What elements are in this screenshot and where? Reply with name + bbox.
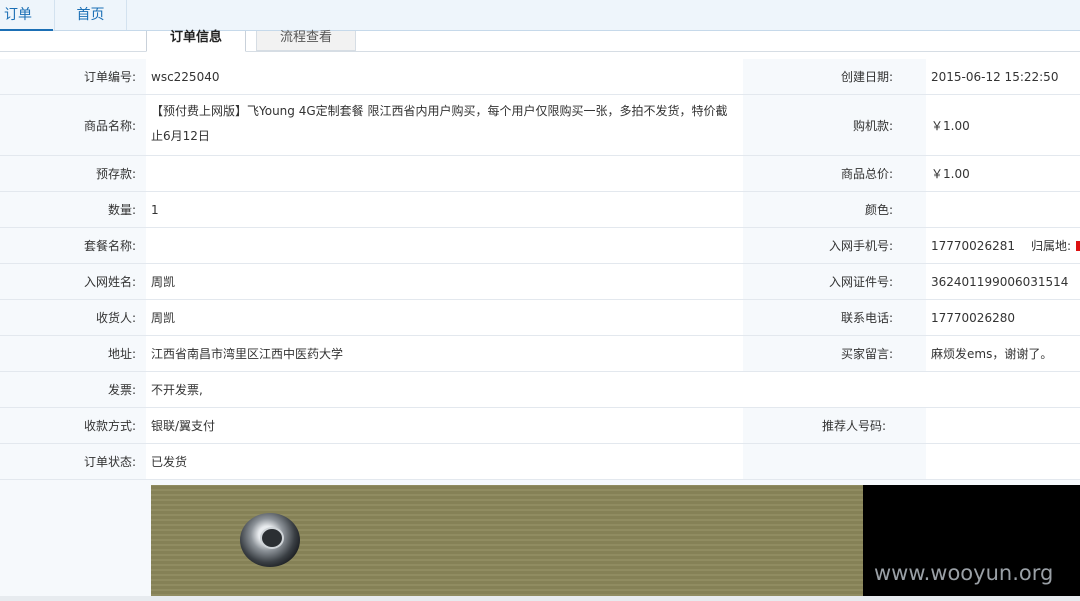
quantity-label: 数量: (0, 192, 146, 227)
product-name-value: 【预付费上网版】飞Young 4G定制套餐 限江西省内用户购买，每个用户仅限购买… (146, 95, 743, 155)
table-row: 发票: 不开发票, (0, 372, 1080, 408)
package-name-label: 套餐名称: (0, 228, 146, 263)
order-status-label: 订单状态: (0, 444, 146, 479)
tab-order-info[interactable]: 订单信息 (146, 31, 246, 52)
tab-home[interactable]: 首页 (54, 0, 127, 30)
buyer-message-value: 麻烦发ems，谢谢了。 (926, 336, 1080, 371)
table-row: 收货人: 周凯 联系电话: 17770026280 (0, 300, 1080, 336)
quantity-value: 1 (146, 192, 743, 227)
device-price-value: ￥1.00 (926, 95, 1080, 155)
id-number-label: 入网证件号: (743, 264, 926, 299)
phone-number-value: 17770026281 (931, 238, 1015, 253)
created-date-label: 创建日期: (743, 59, 926, 94)
table-row: 预存款: 商品总价: ￥1.00 (0, 156, 1080, 192)
device-price-label: 购机款: (743, 95, 926, 155)
table-row: 订单编号: wsc225040 创建日期: 2015-06-12 15:22:5… (0, 59, 1080, 95)
table-row: 地址: 江西省南昌市湾里区江西中医药大学 买家留言: 麻烦发ems，谢谢了。 (0, 336, 1080, 372)
payment-method-value: 银联/翼支付 (146, 408, 743, 443)
total-price-value: ￥1.00 (926, 156, 1080, 191)
recipient-label: 收货人: (0, 300, 146, 335)
table-row: 套餐名称: 入网手机号: 17770026281 归属地: (0, 228, 1080, 264)
subscriber-name-label: 入网姓名: (0, 264, 146, 299)
subscriber-name-value: 周凯 (146, 264, 743, 299)
package-name-value (146, 228, 743, 263)
contact-phone-value: 17770026280 (926, 300, 1080, 335)
empty-cell (743, 372, 1080, 407)
prepaid-value (146, 156, 743, 191)
phone-number-label: 入网手机号: (743, 228, 926, 263)
color-value (926, 192, 1080, 227)
recipient-value: 周凯 (146, 300, 743, 335)
tab-orders[interactable]: 订单 (0, 0, 53, 31)
referrer-number-label: 推荐人号码: (743, 408, 926, 443)
invoice-label: 发票: (0, 372, 146, 407)
address-label: 地址: (0, 336, 146, 371)
id-number-value: 362401199006031514 (926, 264, 1080, 299)
order-number-label: 订单编号: (0, 59, 146, 94)
referrer-number-value (926, 408, 1080, 443)
watermark-text: www.wooyun.org (874, 561, 1054, 585)
color-label: 颜色: (743, 192, 926, 227)
order-number-value: wsc225040 (146, 59, 743, 94)
region-marker (1076, 240, 1080, 251)
top-tab-bar: 订单 首页 (0, 0, 1080, 31)
tab-process-view[interactable]: 流程查看 (256, 31, 356, 51)
nut-hole (260, 527, 284, 549)
prepaid-label: 预存款: (0, 156, 146, 191)
bottom-scroll-strip[interactable] (0, 596, 1080, 601)
sub-tab-bar: 订单信息 流程查看 (0, 31, 1080, 52)
table-row: 订单状态: 已发货 (0, 444, 1080, 480)
empty-cell (926, 444, 1080, 479)
buyer-message-label: 买家留言: (743, 336, 926, 371)
invoice-value: 不开发票, (146, 372, 743, 407)
table-row: 入网姓名: 周凯 入网证件号: 362401199006031514 (0, 264, 1080, 300)
empty-cell (743, 444, 926, 479)
order-status-value: 已发货 (146, 444, 743, 479)
address-value: 江西省南昌市湾里区江西中医药大学 (146, 336, 743, 371)
table-row: 数量: 1 颜色: (0, 192, 1080, 228)
payment-method-label: 收款方式: (0, 408, 146, 443)
product-name-label: 商品名称: (0, 95, 146, 155)
total-price-label: 商品总价: (743, 156, 926, 191)
table-row: 商品名称: 【预付费上网版】飞Young 4G定制套餐 限江西省内用户购买，每个… (0, 95, 1080, 156)
region-label: 归属地: (1030, 239, 1072, 253)
table-row: 收款方式: 银联/翼支付 推荐人号码: (0, 408, 1080, 444)
phone-number-cell: 17770026281 归属地: (926, 228, 1080, 263)
created-date-value: 2015-06-12 15:22:50 (926, 59, 1080, 94)
contact-phone-label: 联系电话: (743, 300, 926, 335)
